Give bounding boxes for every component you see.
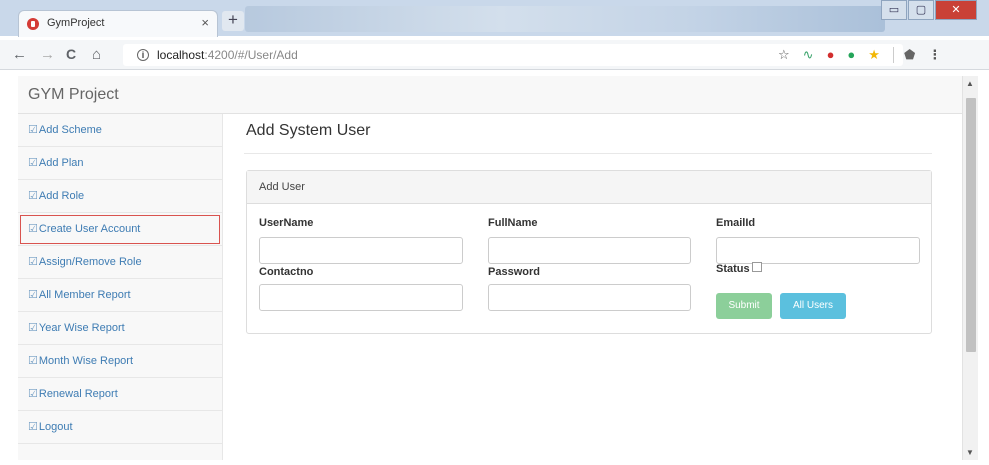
forward-arrow-icon[interactable]: →: [40, 46, 55, 63]
sidebar-item-label: Add Role: [38, 190, 85, 202]
sidebar-item-label: Logout: [38, 421, 73, 433]
close-tab-icon[interactable]: ×: [201, 15, 209, 30]
title-divider: [244, 153, 932, 154]
contactno-input[interactable]: [259, 284, 463, 311]
status-label: Status: [716, 263, 750, 275]
sidebar-item-label: Year Wise Report: [38, 322, 125, 334]
close-window-button[interactable]: ✕: [935, 0, 977, 20]
new-tab-button[interactable]: +: [222, 11, 244, 31]
username-label: UserName: [259, 217, 314, 229]
maximize-button[interactable]: ▢: [908, 0, 934, 20]
sidebar-item-all-member-report[interactable]: ☑All Member Report: [18, 279, 222, 312]
edit-icon: ☑: [28, 256, 38, 268]
panel-heading: Add User: [247, 171, 931, 204]
sidebar: ☑Add Scheme ☑Add Plan ☑Add Role ☑Create …: [18, 114, 223, 460]
sidebar-item-label: Add Plan: [38, 157, 84, 169]
green-extension-icon[interactable]: ●: [847, 48, 855, 62]
emailid-input[interactable]: [716, 237, 920, 264]
sidebar-item-month-wise-report[interactable]: ☑Month Wise Report: [18, 345, 222, 378]
page-scrollbar[interactable]: ▲ ▼: [962, 76, 978, 460]
fullname-input[interactable]: [488, 237, 691, 264]
status-field: Status: [716, 262, 762, 275]
menu-kebab-icon[interactable]: ⋮: [928, 48, 941, 62]
fullname-label: FullName: [488, 217, 538, 229]
sidebar-item-create-user-account[interactable]: ☑Create User Account: [18, 213, 222, 246]
submit-button[interactable]: Submit: [716, 293, 772, 319]
opera-extension-icon[interactable]: ●: [827, 48, 835, 62]
toolbar-separator: [892, 47, 894, 63]
scroll-down-arrow-icon[interactable]: ▼: [966, 448, 974, 457]
edit-icon: ☑: [28, 124, 38, 136]
sidebar-item-add-role[interactable]: ☑Add Role: [18, 180, 222, 213]
edit-icon: ☑: [28, 223, 38, 235]
reload-icon[interactable]: C: [66, 46, 76, 62]
password-input[interactable]: [488, 284, 691, 311]
edit-icon: ☑: [28, 322, 38, 334]
main-content: Add System User Add User UserName FullNa…: [244, 114, 934, 454]
contactno-label: Contactno: [259, 266, 314, 278]
sidebar-item-label: All Member Report: [38, 289, 131, 301]
address-bar: ← → C ⌂ i localhost:4200/#/User/Add ☆ ∿ …: [0, 40, 989, 70]
opera-favicon-icon: [27, 18, 39, 30]
sidebar-item-year-wise-report[interactable]: ☑Year Wise Report: [18, 312, 222, 345]
all-users-button[interactable]: All Users: [780, 293, 846, 319]
minimize-button[interactable]: ▭: [881, 0, 907, 20]
back-arrow-icon[interactable]: ←: [12, 46, 27, 63]
page-viewport: GYM Project ☑Add Scheme ☑Add Plan ☑Add R…: [18, 76, 962, 460]
sidebar-item-label: Month Wise Report: [38, 355, 134, 367]
star-extension-icon[interactable]: ★: [868, 48, 880, 62]
browser-tabstrip: GymProject × + ▭ ▢ ✕: [0, 0, 989, 37]
profile-icon[interactable]: ⬟: [904, 48, 915, 62]
sidebar-item-label: Assign/Remove Role: [38, 256, 142, 268]
edit-icon: ☑: [28, 355, 38, 367]
url-host: localhost: [157, 48, 205, 62]
edit-icon: ☑: [28, 190, 38, 202]
page-title: Add System User: [246, 122, 371, 139]
edit-icon: ☑: [28, 388, 38, 400]
edit-icon: ☑: [28, 421, 38, 433]
scroll-up-arrow-icon[interactable]: ▲: [966, 79, 974, 88]
status-checkbox[interactable]: [751, 262, 762, 272]
blurred-toolbar-region: [245, 6, 885, 32]
tab-title: GymProject: [47, 17, 105, 29]
sidebar-item-add-scheme[interactable]: ☑Add Scheme: [18, 114, 222, 147]
bookmark-star-icon[interactable]: ☆: [778, 48, 790, 62]
edit-icon: ☑: [28, 157, 38, 169]
emailid-label: EmailId: [716, 217, 756, 229]
top-navbar: GYM Project: [18, 76, 962, 114]
extension-toolbar: ☆ ∿ ● ● ★ ⬟ ⋮: [778, 47, 954, 63]
scrollbar-thumb[interactable]: [966, 98, 976, 352]
add-user-panel: Add User UserName FullName EmailId Conta…: [246, 170, 932, 334]
url-text: localhost:4200/#/User/Add: [157, 48, 298, 62]
sidebar-item-label: Add Scheme: [38, 124, 102, 136]
edit-icon: ☑: [28, 289, 38, 301]
browser-tab[interactable]: GymProject ×: [18, 10, 218, 37]
sidebar-item-logout[interactable]: ☑Logout: [18, 411, 222, 444]
home-icon[interactable]: ⌂: [92, 46, 101, 63]
url-path: :4200/#/User/Add: [204, 48, 298, 62]
password-label: Password: [488, 266, 540, 278]
sidebar-item-label: Create User Account: [38, 223, 141, 235]
username-input[interactable]: [259, 237, 463, 264]
window-controls: ▭ ▢ ✕: [880, 0, 977, 22]
pulse-extension-icon[interactable]: ∿: [803, 48, 814, 62]
sidebar-item-label: Renewal Report: [38, 388, 118, 400]
sidebar-item-assign-remove-role[interactable]: ☑Assign/Remove Role: [18, 246, 222, 279]
brand-title[interactable]: GYM Project: [28, 86, 119, 104]
sidebar-item-add-plan[interactable]: ☑Add Plan: [18, 147, 222, 180]
info-icon[interactable]: i: [137, 49, 149, 61]
sidebar-item-renewal-report[interactable]: ☑Renewal Report: [18, 378, 222, 411]
